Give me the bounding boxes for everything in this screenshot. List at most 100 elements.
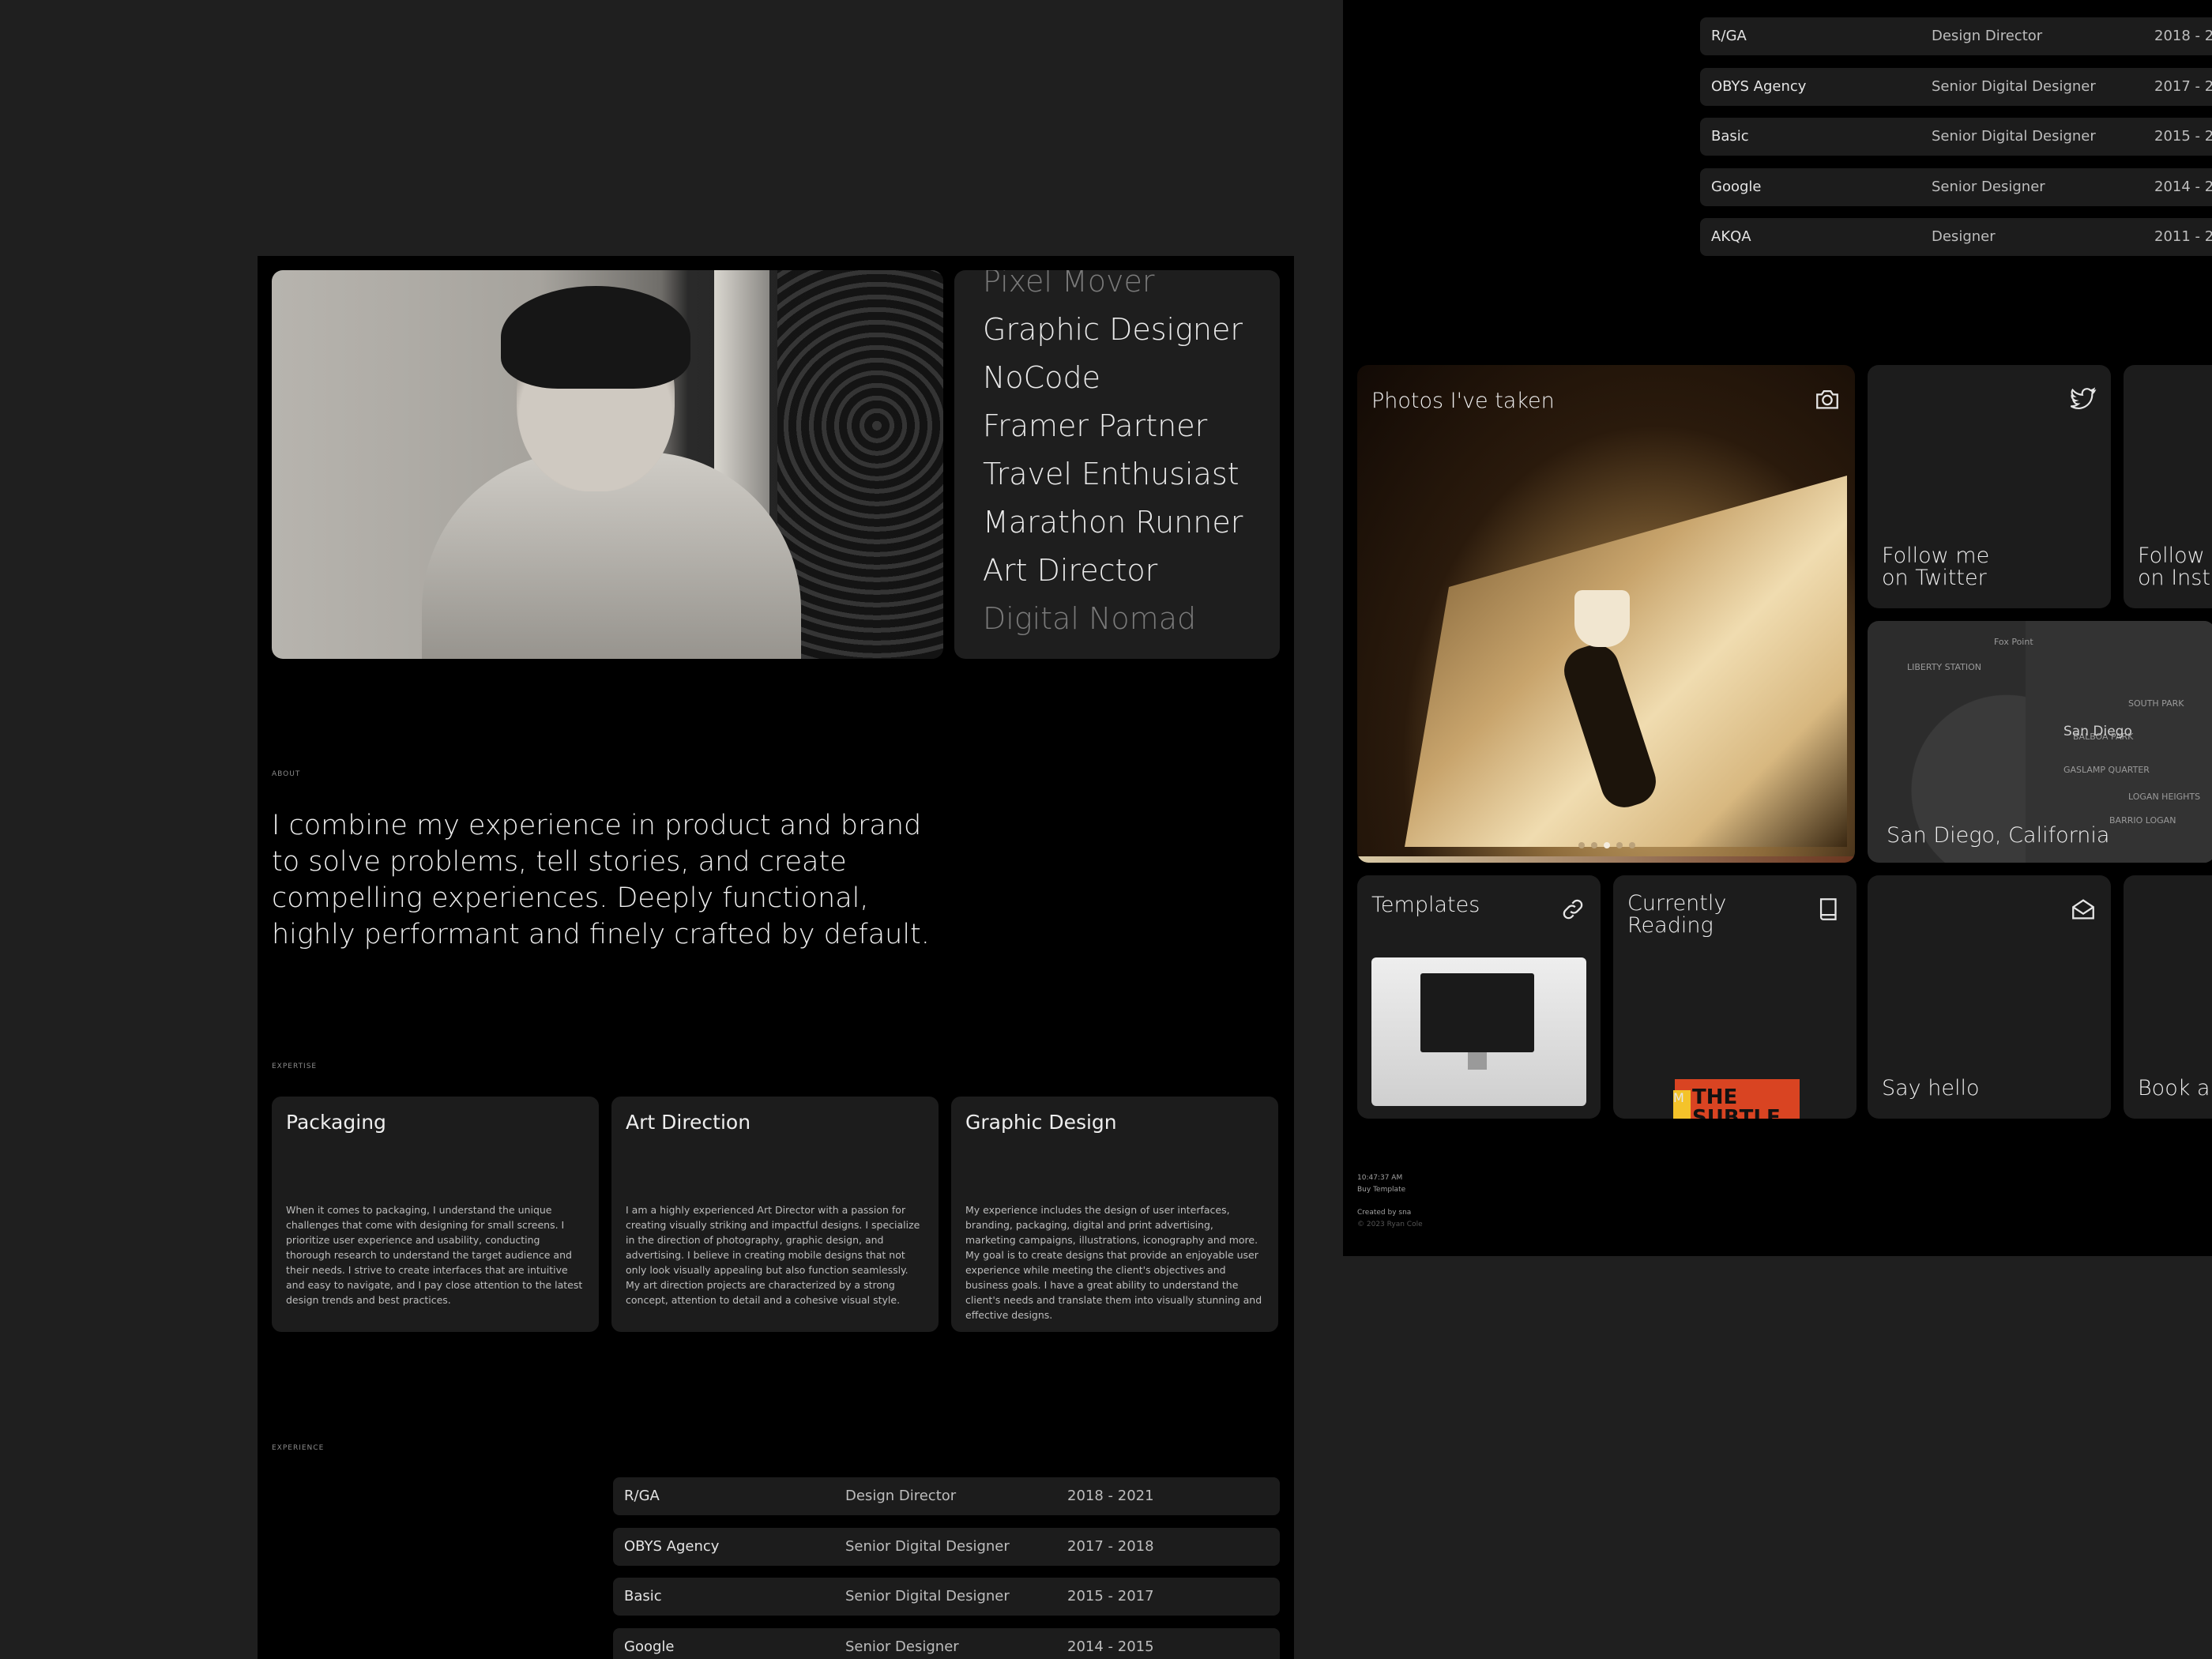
right-panel: R/GA Design Director 2018 - 2 OBYS Agenc…	[1343, 0, 2212, 1256]
reading-title: Currently Reading	[1627, 891, 1727, 938]
experience-company: OBYS Agency	[624, 1538, 720, 1555]
experience-role: Senior Designer	[1932, 179, 2045, 195]
reading-tile[interactable]: Currently Reading THE SUBTLE M	[1613, 875, 1856, 1119]
book-call-tile[interactable]: Book a	[2124, 875, 2212, 1119]
experience-company: R/GA	[624, 1488, 660, 1504]
expertise-tag: EXPERTISE	[272, 1063, 318, 1070]
say-hello-tile[interactable]: Say hello	[1868, 875, 2111, 1119]
about-tag: ABOUT	[272, 770, 301, 778]
experience-row: OBYS Agency Senior Digital Designer 2017…	[613, 1528, 1280, 1566]
experience-company: Basic	[1711, 128, 1749, 145]
experience-row: OBYS Agency Senior Digital Designer 2017…	[1700, 68, 2212, 106]
book-call-title: Book a	[2138, 1076, 2210, 1100]
expertise-card: Art Direction I am a highly experienced …	[611, 1097, 939, 1332]
buy-template-link[interactable]: Buy Template	[1357, 1184, 1423, 1196]
carousel-dot[interactable]	[1629, 842, 1635, 848]
link-icon	[1559, 896, 1586, 923]
expertise-text: My experience includes the design of use…	[965, 1204, 1262, 1321]
hero-photo	[272, 270, 943, 659]
footer: 10:47:37 AM Buy Template Created by sna …	[1357, 1172, 1423, 1231]
role-item: Art Director	[983, 553, 1158, 588]
twitter-title: Follow me on Twitter	[1882, 544, 1990, 590]
carousel-dot[interactable]	[1578, 842, 1585, 848]
experience-tag: EXPERIENCE	[272, 1444, 325, 1452]
experience-row: AKQA Designer 2011 - 2	[1700, 218, 2212, 256]
expertise-title: Graphic Design	[965, 1111, 1117, 1134]
expertise-card: Packaging When it comes to packaging, I …	[272, 1097, 599, 1332]
experience-row: Basic Senior Digital Designer 2015 - 2	[1700, 118, 2212, 156]
experience-years: 2017 - 2018	[1067, 1538, 1154, 1555]
instagram-title: Follow r on Insta	[2138, 544, 2212, 590]
experience-row: R/GA Design Director 2018 - 2	[1700, 17, 2212, 55]
carousel-dots[interactable]	[1578, 842, 1635, 848]
map-label: LIBERTY STATION	[1907, 662, 1982, 672]
experience-row: Google Senior Designer 2014 - 2	[1700, 168, 2212, 206]
twitter-tile[interactable]: Follow me on Twitter	[1868, 365, 2111, 608]
experience-row: Google Senior Designer 2014 - 2015	[613, 1628, 1280, 1659]
carousel-dot[interactable]	[1616, 842, 1623, 848]
expertise-card: Graphic Design My experience includes th…	[951, 1097, 1278, 1332]
expertise-text: I am a highly experienced Art Director w…	[626, 1204, 920, 1306]
twitter-icon	[2070, 386, 2097, 412]
map-label: BARRIO LOGAN	[2109, 815, 2176, 826]
map-title: San Diego, California	[1887, 823, 2110, 848]
cup-image	[1574, 590, 1630, 647]
map-label: SOUTH PARK	[2128, 698, 2184, 709]
experience-years: 2014 - 2	[2154, 179, 2212, 195]
experience-years: 2017 - 2	[2154, 78, 2212, 95]
camera-icon	[1814, 386, 1841, 412]
envelope-icon	[2070, 896, 2097, 923]
experience-role: Senior Digital Designer	[845, 1538, 1010, 1555]
say-hello-title: Say hello	[1882, 1076, 1980, 1100]
role-item: Framer Partner	[983, 408, 1208, 443]
map-label: GASLAMP QUARTER	[2063, 765, 2150, 775]
experience-years: 2014 - 2015	[1067, 1638, 1154, 1655]
experience-years: 2011 - 2	[2154, 228, 2212, 245]
experience-years: 2015 - 2017	[1067, 1588, 1154, 1604]
role-item: Marathon Runner	[983, 505, 1243, 540]
role-item: Pixel Mover	[983, 270, 1155, 299]
experience-company: Basic	[624, 1588, 662, 1604]
role-item: Travel Enthusiast	[983, 457, 1240, 491]
templates-tile[interactable]: Templates	[1357, 875, 1601, 1119]
map-label: LOGAN HEIGHTS	[2128, 792, 2201, 802]
map-label: Fox Point	[1994, 637, 2033, 647]
templates-title: Templates	[1371, 893, 1480, 917]
role-item: Digital Nomad	[983, 601, 1197, 636]
experience-role: Design Director	[845, 1488, 957, 1504]
photos-tile[interactable]: Photos I've taken	[1357, 365, 1855, 863]
about-text: I combine my experience in product and b…	[272, 810, 930, 950]
footer-created: Created by sna	[1357, 1209, 1412, 1217]
experience-years: 2015 - 2	[2154, 128, 2212, 145]
experience-role: Senior Digital Designer	[1932, 78, 2096, 95]
page-root: Pixel Mover Graphic Designer NoCode Fram…	[0, 0, 2212, 1659]
expertise-title: Art Direction	[626, 1111, 751, 1134]
experience-years: 2018 - 2021	[1067, 1488, 1154, 1504]
carousel-dot-active[interactable]	[1604, 842, 1610, 848]
left-panel: Pixel Mover Graphic Designer NoCode Fram…	[258, 256, 1294, 1659]
template-preview-image	[1371, 957, 1586, 1106]
expertise-title: Packaging	[286, 1111, 386, 1134]
experience-role: Senior Digital Designer	[845, 1588, 1010, 1604]
book-cover: THE SUBTLE	[1675, 1079, 1800, 1119]
instagram-tile[interactable]: Follow r on Insta	[2124, 365, 2212, 608]
experience-role: Designer	[1932, 228, 1996, 245]
experience-row: Basic Senior Digital Designer 2015 - 201…	[613, 1578, 1280, 1616]
experience-company: R/GA	[1711, 28, 1747, 44]
roles-list: Pixel Mover Graphic Designer NoCode Fram…	[983, 270, 1243, 643]
book-cover-tag: M	[1673, 1090, 1691, 1119]
role-item: Graphic Designer	[983, 312, 1243, 347]
expertise-text: When it comes to packaging, I understand…	[286, 1204, 583, 1306]
map-tile[interactable]: LIBERTY STATION SOUTH PARK BALBOA PARK G…	[1868, 621, 2212, 863]
experience-role: Senior Digital Designer	[1932, 128, 2096, 145]
experience-company: OBYS Agency	[1711, 78, 1807, 95]
experience-role: Senior Designer	[845, 1638, 959, 1655]
roles-ticker: Pixel Mover Graphic Designer NoCode Fram…	[954, 270, 1280, 659]
photos-title: Photos I've taken	[1371, 389, 1555, 413]
book-icon	[1815, 896, 1842, 923]
experience-company: AKQA	[1711, 228, 1751, 245]
footer-copyright: © 2023 Ryan Cole	[1357, 1221, 1423, 1228]
carousel-dot[interactable]	[1591, 842, 1597, 848]
experience-years: 2018 - 2	[2154, 28, 2212, 44]
footer-time: 10:47:37 AM	[1357, 1174, 1403, 1182]
